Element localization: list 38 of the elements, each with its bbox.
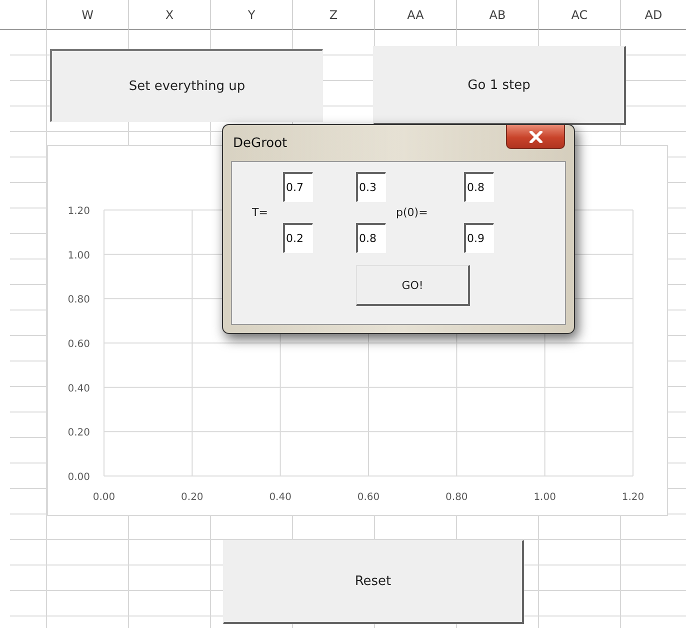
axis-label: 1.00 <box>68 250 90 262</box>
column-header[interactable]: AA <box>375 0 457 30</box>
axis-label: 0.40 <box>269 492 292 503</box>
close-icon <box>528 130 542 142</box>
axis-label: 0.20 <box>181 492 204 503</box>
column-header[interactable]: W <box>47 0 129 30</box>
axis-label: 0.60 <box>68 339 90 350</box>
macro-button[interactable]: Go 1 step <box>373 46 626 125</box>
axis-label: 0.00 <box>92 492 116 503</box>
window-title: DeGroot <box>233 136 288 151</box>
vector-label: p(0)= <box>395 206 429 219</box>
close-button[interactable] <box>506 125 565 149</box>
column-header[interactable]: AC <box>539 0 621 30</box>
input-field[interactable]: 0.3 <box>356 172 386 202</box>
axis-label: 0.80 <box>446 492 468 503</box>
input-field[interactable]: 0.8 <box>356 223 386 253</box>
macro-button[interactable]: Set everything up <box>50 49 323 122</box>
input-field[interactable]: 0.7 <box>283 172 313 202</box>
axis-label: 1.00 <box>534 492 556 503</box>
column-header[interactable]: AD <box>621 0 686 30</box>
column-header[interactable]: Y <box>211 0 293 30</box>
input-field[interactable]: 0.9 <box>464 223 494 253</box>
axis-label: 0.20 <box>68 428 90 439</box>
go-button[interactable]: GO! <box>356 265 470 306</box>
column-header[interactable]: X <box>129 0 211 30</box>
axis-label: 1.20 <box>622 492 644 503</box>
corner-cell <box>0 0 47 30</box>
input-field[interactable]: 0.8 <box>464 172 494 202</box>
axis-label: 0.60 <box>357 492 380 503</box>
column-header[interactable]: AB <box>457 0 539 30</box>
axis-label: 0.80 <box>68 294 90 306</box>
matrix-label: T= <box>252 206 269 219</box>
input-field[interactable]: 0.2 <box>283 223 313 253</box>
axis-label: 0.00 <box>68 472 90 483</box>
axis-label: 1.20 <box>68 206 90 217</box>
axis-label: 0.40 <box>68 383 90 394</box>
column-header[interactable]: Z <box>293 0 375 30</box>
macro-button[interactable]: Reset <box>223 540 524 624</box>
